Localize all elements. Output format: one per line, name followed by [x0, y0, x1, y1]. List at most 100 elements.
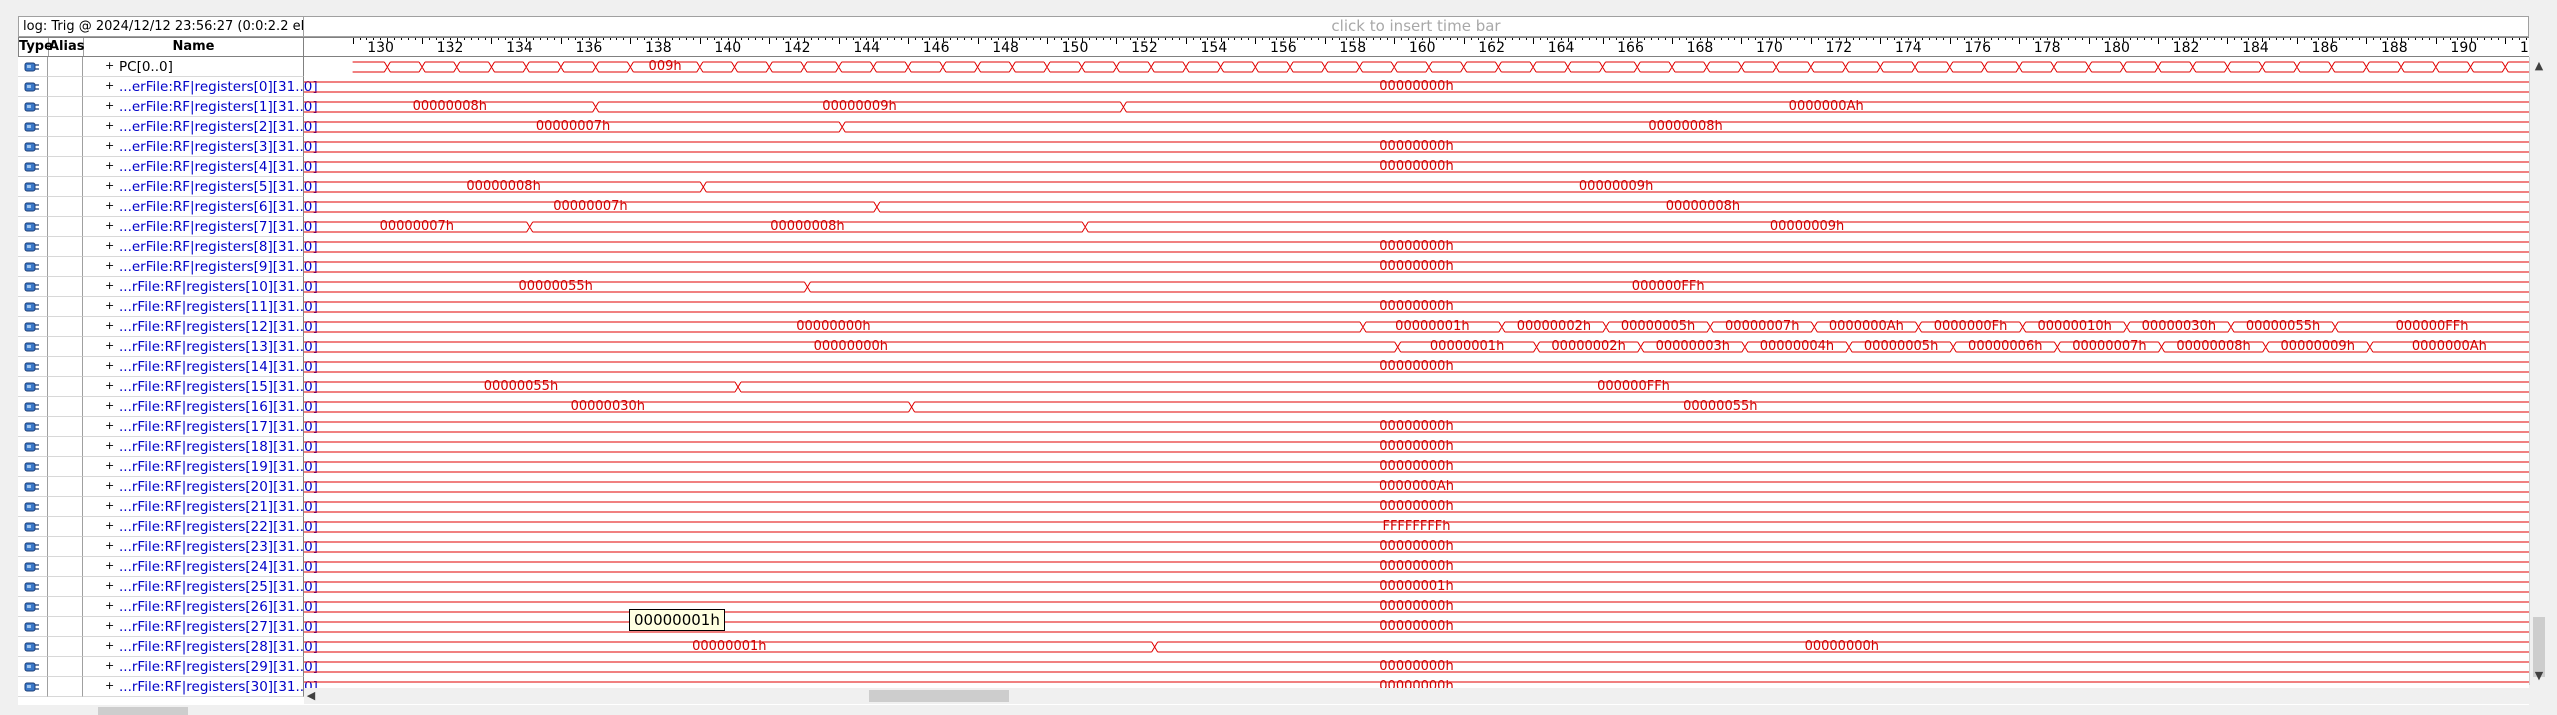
waveform[interactable]: 00000000h — [304, 157, 2529, 177]
expand-plus-icon[interactable]: + — [105, 540, 114, 551]
waveform[interactable]: 00000000h — [304, 77, 2529, 97]
expand-plus-icon[interactable]: + — [105, 180, 114, 191]
waveform[interactable]: 00000055h 000000FFh — [304, 277, 2529, 297]
name-cell[interactable]: + ...erFile:RF|registers[9][31..0] — [83, 257, 318, 277]
signal-row[interactable]: + ...erFile:RF|registers[3][31..0] 0000000… — [18, 137, 2529, 157]
waveform[interactable]: 00000055h 000000FFh — [304, 377, 2529, 397]
expand-plus-icon[interactable]: + — [105, 680, 114, 691]
signal-row[interactable]: + ...erFile:RF|registers[4][31..0] 0000000… — [18, 157, 2529, 177]
name-cell[interactable]: + ...rFile:RF|registers[22][31..0] — [83, 517, 318, 537]
expand-plus-icon[interactable]: + — [105, 440, 114, 451]
horizontal-scrollbar[interactable]: ◀ — [304, 688, 2529, 704]
name-column-scrollbar[interactable] — [18, 705, 304, 715]
waveform[interactable]: 00000030h 00000055h — [304, 397, 2529, 417]
name-cell[interactable]: + ...rFile:RF|registers[29][31..0] — [83, 657, 318, 677]
type-column-header[interactable]: Type — [19, 38, 53, 56]
waveform[interactable]: 00000000h — [304, 657, 2529, 677]
name-cell[interactable]: + ...rFile:RF|registers[30][31..0] — [83, 677, 318, 697]
expand-plus-icon[interactable]: + — [105, 240, 114, 251]
signal-row[interactable]: + ...erFile:RF|registers[2][31..0] 0000000… — [18, 117, 2529, 137]
signal-row[interactable]: + ...rFile:RF|registers[26][31..0] 0000000… — [18, 597, 2529, 617]
expand-plus-icon[interactable]: + — [105, 420, 114, 431]
signal-row[interactable]: + ...erFile:RF|registers[6][31..0] 0000000… — [18, 197, 2529, 217]
waveform[interactable]: 00000007h 00000008h — [304, 117, 2529, 137]
signal-row[interactable]: + ...rFile:RF|registers[29][31..0] 0000000… — [18, 657, 2529, 677]
signal-row[interactable]: + ...rFile:RF|registers[28][31..0] 0000000… — [18, 637, 2529, 657]
waveform[interactable]: 009h — [304, 57, 2529, 77]
expand-plus-icon[interactable]: + — [105, 140, 114, 151]
name-cell[interactable]: + ...erFile:RF|registers[1][31..0] — [83, 97, 318, 117]
waveform[interactable]: 00000000h — [304, 457, 2529, 477]
expand-plus-icon[interactable]: + — [105, 600, 114, 611]
name-cell[interactable]: + ...rFile:RF|registers[26][31..0] — [83, 597, 318, 617]
name-cell[interactable]: + ...rFile:RF|registers[21][31..0] — [83, 497, 318, 517]
expand-plus-icon[interactable]: + — [105, 560, 114, 571]
expand-plus-icon[interactable]: + — [105, 60, 114, 71]
name-cell[interactable]: + ...erFile:RF|registers[5][31..0] — [83, 177, 318, 197]
name-cell[interactable]: + ...rFile:RF|registers[24][31..0] — [83, 557, 318, 577]
expand-plus-icon[interactable]: + — [105, 120, 114, 131]
signal-row[interactable]: + ...rFile:RF|registers[15][31..0] 0000005… — [18, 377, 2529, 397]
waveform[interactable]: 00000007h 00000008h 00000009h — [304, 217, 2529, 237]
signal-row[interactable]: + ...erFile:RF|registers[0][31..0] 0000000… — [18, 77, 2529, 97]
signal-row[interactable]: + ...rFile:RF|registers[27][31..0] 0000000… — [18, 617, 2529, 637]
signal-row[interactable]: + ...rFile:RF|registers[18][31..0] 0000000… — [18, 437, 2529, 457]
expand-plus-icon[interactable]: + — [105, 320, 114, 331]
horizontal-scroll-thumb[interactable] — [869, 690, 1009, 702]
expand-plus-icon[interactable]: + — [105, 300, 114, 311]
signal-row[interactable]: + ...erFile:RF|registers[9][31..0] 0000000… — [18, 257, 2529, 277]
expand-plus-icon[interactable]: + — [105, 460, 114, 471]
scroll-left-icon[interactable]: ◀ — [304, 689, 318, 703]
expand-plus-icon[interactable]: + — [105, 360, 114, 371]
name-cell[interactable]: + ...erFile:RF|registers[0][31..0] — [83, 77, 318, 97]
name-cell[interactable]: + ...rFile:RF|registers[16][31..0] — [83, 397, 318, 417]
expand-plus-icon[interactable]: + — [105, 380, 114, 391]
waveform[interactable]: 00000000h — [304, 537, 2529, 557]
waveform[interactable]: 00000001h 00000000h — [304, 637, 2529, 657]
signal-row[interactable]: + ...rFile:RF|registers[10][31..0] 0000005… — [18, 277, 2529, 297]
signal-row[interactable]: + ...rFile:RF|registers[22][31..0] FFFFFFF… — [18, 517, 2529, 537]
name-cell[interactable]: + ...rFile:RF|registers[12][31..0] — [83, 317, 318, 337]
name-cell[interactable]: + ...rFile:RF|registers[18][31..0] — [83, 437, 318, 457]
signal-row[interactable]: + ...erFile:RF|registers[8][31..0] 0000000… — [18, 237, 2529, 257]
name-cell[interactable]: + ...rFile:RF|registers[23][31..0] — [83, 537, 318, 557]
signal-row[interactable]: + ...rFile:RF|registers[14][31..0] 0000000… — [18, 357, 2529, 377]
expand-plus-icon[interactable]: + — [105, 100, 114, 111]
name-cell[interactable]: + ...rFile:RF|registers[19][31..0] — [83, 457, 318, 477]
signal-row[interactable]: + ...rFile:RF|registers[21][31..0] 0000000… — [18, 497, 2529, 517]
waveform[interactable]: 00000000h — [304, 257, 2529, 277]
expand-plus-icon[interactable]: + — [105, 620, 114, 631]
expand-plus-icon[interactable]: + — [105, 200, 114, 211]
waveform[interactable]: 00000008h 00000009h — [304, 177, 2529, 197]
name-cell[interactable]: + ...erFile:RF|registers[4][31..0] — [83, 157, 318, 177]
name-cell[interactable]: + ...rFile:RF|registers[27][31..0] — [83, 617, 318, 637]
name-cell[interactable]: + ...erFile:RF|registers[6][31..0] — [83, 197, 318, 217]
signal-row[interactable]: + ...rFile:RF|registers[25][31..0] 0000000… — [18, 577, 2529, 597]
signal-row[interactable]: + ...erFile:RF|registers[5][31..0] 0000000… — [18, 177, 2529, 197]
waveform[interactable]: FFFFFFFFh — [304, 517, 2529, 537]
name-cell[interactable]: + ...rFile:RF|registers[11][31..0] — [83, 297, 318, 317]
waveform[interactable]: 00000001h — [304, 577, 2529, 597]
alias-column-header[interactable]: Alias — [49, 38, 84, 56]
signal-row[interactable]: + ...rFile:RF|registers[12][31..0] 0000000… — [18, 317, 2529, 337]
name-cell[interactable]: + ...rFile:RF|registers[14][31..0] — [83, 357, 318, 377]
vertical-scroll-thumb[interactable] — [2533, 617, 2545, 677]
name-cell[interactable]: + ...rFile:RF|registers[20][31..0] — [83, 477, 318, 497]
signal-row[interactable]: + ...rFile:RF|registers[20][31..0] 0000000… — [18, 477, 2529, 497]
name-cell[interactable]: + PC[0..0] — [83, 57, 304, 77]
signal-row[interactable]: + ...rFile:RF|registers[23][31..0] 0000000… — [18, 537, 2529, 557]
name-column-header[interactable]: Name — [84, 38, 303, 56]
expand-plus-icon[interactable]: + — [105, 640, 114, 651]
signal-row[interactable]: + ...rFile:RF|registers[19][31..0] 0000000… — [18, 457, 2529, 477]
expand-plus-icon[interactable]: + — [105, 520, 114, 531]
waveform[interactable]: 00000000h — [304, 137, 2529, 157]
expand-plus-icon[interactable]: + — [105, 480, 114, 491]
name-cell[interactable]: + ...erFile:RF|registers[2][31..0] — [83, 117, 318, 137]
waveform[interactable]: 00000000h — [304, 357, 2529, 377]
signal-row[interactable]: + ...rFile:RF|registers[24][31..0] 0000000… — [18, 557, 2529, 577]
waveform[interactable]: 0000000Ah — [304, 477, 2529, 497]
waveform[interactable]: 00000000h — [304, 437, 2529, 457]
signal-row[interactable]: + ...erFile:RF|registers[1][31..0] 0000000… — [18, 97, 2529, 117]
expand-plus-icon[interactable]: + — [105, 580, 114, 591]
signal-row[interactable]: + ...rFile:RF|registers[11][31..0] 0000000… — [18, 297, 2529, 317]
